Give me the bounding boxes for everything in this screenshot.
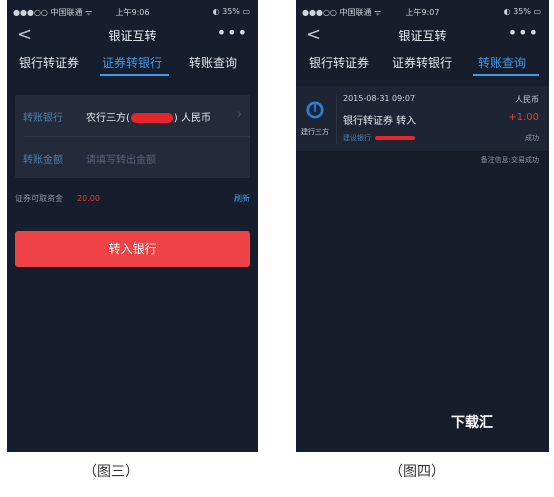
bank-row[interactable]: 转账银行 农行三方( ) 人民币 ›: [15, 95, 250, 136]
transfer-screen: ●●●○○ 中国联通 ᯤ 上午9:06 ◐ 35% ▭ < 银证互转 ••• 银…: [7, 0, 258, 452]
transfer-record[interactable]: 建行三方 2015-08-31 09:07 人民币 银行转证券 转入 +1.00…: [296, 86, 549, 151]
active-tab-indicator: [473, 74, 539, 76]
transfer-form: 转账银行 农行三方( ) 人民币 › 转账金额 请填写转出金额: [15, 95, 250, 178]
redacted-account: [375, 136, 415, 140]
status-bar: ●●●○○ 中国联通 ᯤ 上午9:07 ◐ 35% ▭: [296, 0, 549, 22]
battery-indicator: ◐ 35% ▭: [212, 7, 250, 16]
nav-bar: < 银证互转 •••: [7, 22, 258, 48]
amount-label: 转账金额: [23, 155, 63, 166]
refresh-link[interactable]: 刷新: [234, 193, 250, 204]
bank-currency: ) 人民币: [173, 113, 211, 124]
record-currency: 人民币: [515, 95, 539, 104]
tab-bank-to-securities[interactable]: 银行转证券: [309, 54, 369, 71]
caption-figure-3: （图三）: [83, 464, 139, 480]
record-datetime: 2015-08-31 09:07: [343, 94, 416, 103]
bank-logo-label: 建行三方: [301, 128, 329, 136]
record-account: 建设银行: [343, 133, 416, 143]
battery-indicator: ◐ 35% ▭: [503, 7, 541, 16]
caption-figure-4: （图四）: [389, 464, 445, 480]
tab-bar: 银行转证券 证券转银行 转账查询: [296, 48, 549, 78]
transfer-to-bank-button[interactable]: 转入银行: [15, 231, 250, 267]
tab-transfer-query[interactable]: 转账查询: [478, 54, 526, 71]
watermark-logo: 下载汇: [451, 415, 493, 431]
record-status: 成功: [525, 134, 539, 142]
bank-value: 农行三方( ) 人民币: [86, 109, 211, 124]
chevron-right-icon: ›: [236, 107, 242, 122]
available-amount: 20.00: [77, 194, 100, 203]
transfer-query-screen: ●●●○○ 中国联通 ᯤ 上午9:07 ◐ 35% ▭ < 银证互转 ••• 银…: [296, 0, 549, 452]
status-bar: ●●●○○ 中国联通 ᯤ 上午9:06 ◐ 35% ▭: [7, 0, 258, 22]
record-description: 银行转证券 转入: [343, 116, 417, 127]
tab-securities-to-bank[interactable]: 证券转银行: [392, 54, 452, 71]
record-bank-name: 建设银行: [343, 134, 371, 142]
tab-securities-to-bank[interactable]: 证券转银行: [102, 54, 162, 71]
bank-logo-icon: [306, 101, 324, 119]
nav-bar: < 银证互转 •••: [296, 22, 549, 48]
amount-input[interactable]: 请填写转出金额: [86, 151, 156, 166]
more-options-icon[interactable]: •••: [217, 23, 248, 42]
tab-transfer-query[interactable]: 转账查询: [189, 54, 237, 71]
record-amount: +1.00: [508, 112, 539, 123]
remarks-text: 备注信息:交易成功: [480, 156, 539, 164]
redacted-account: [130, 113, 173, 123]
amount-row: 转账金额 请填写转出金额: [15, 137, 250, 178]
more-options-icon[interactable]: •••: [508, 23, 539, 42]
available-label: 证券可取资金: [15, 194, 63, 203]
divider: [336, 94, 337, 144]
tab-bar: 银行转证券 证券转银行 转账查询: [7, 48, 258, 78]
available-funds: 证券可取资金 20.00: [15, 193, 100, 204]
tab-bank-to-securities[interactable]: 银行转证券: [19, 54, 79, 71]
active-tab-indicator: [100, 74, 169, 76]
bank-label: 转账银行: [23, 113, 63, 124]
bank-name: 农行三方(: [86, 113, 130, 124]
